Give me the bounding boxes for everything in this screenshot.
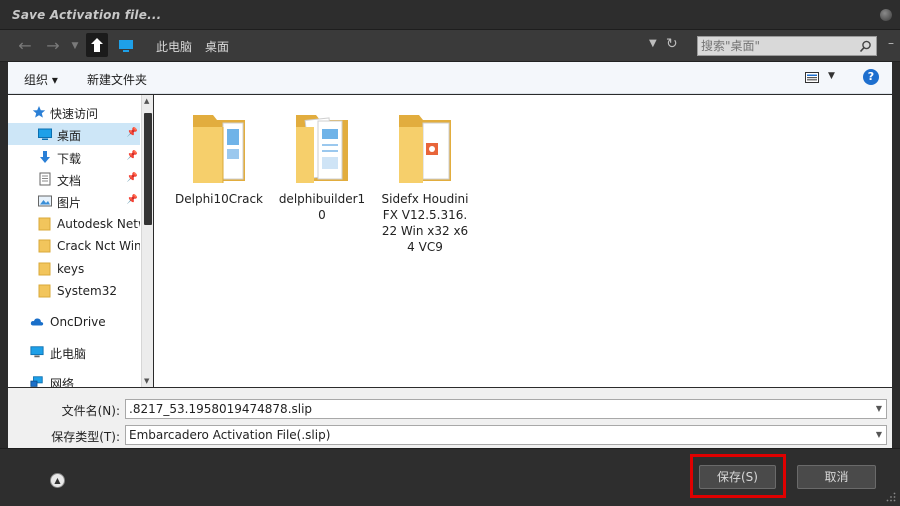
network-icon bbox=[30, 376, 43, 387]
scroll-up-icon[interactable]: ▲ bbox=[144, 97, 149, 105]
back-arrow-icon[interactable]: ← bbox=[14, 36, 36, 56]
search-input[interactable] bbox=[701, 38, 851, 54]
sidebar-item-label: 下载 bbox=[57, 152, 82, 166]
up-arrow-icon bbox=[91, 38, 103, 52]
sidebar-item-label: 桌面 bbox=[57, 129, 82, 143]
sidebar-item-autodesk-netw[interactable]: Autodesk Netw bbox=[8, 213, 140, 235]
file-name: Sidefx Houdini FX V12.5.316.22 Win x32 x… bbox=[381, 192, 469, 254]
sidebar-scrollbar[interactable]: ▲ ▼ bbox=[141, 95, 153, 387]
hide-folders-icon[interactable]: ▲ bbox=[50, 473, 65, 488]
scroll-down-icon[interactable]: ▼ bbox=[144, 377, 149, 385]
breadcrumb-desktop[interactable]: 桌面 bbox=[205, 38, 229, 55]
computer-icon bbox=[30, 346, 44, 358]
sidebar-item-system32[interactable]: System32 bbox=[8, 280, 140, 302]
pin-icon[interactable]: 📌 bbox=[127, 195, 138, 205]
sidebar-item-label: 快速访问 bbox=[50, 107, 99, 121]
address-dropdown-icon[interactable]: ▼ bbox=[649, 38, 657, 49]
title-bar: Save Activation file... bbox=[0, 0, 900, 30]
sidebar-item-label: Crack Nct Win bbox=[57, 239, 140, 253]
help-icon[interactable]: ? bbox=[863, 69, 879, 85]
refresh-icon[interactable]: ↻ bbox=[666, 36, 678, 52]
chevron-down-icon[interactable]: ▼ bbox=[876, 430, 882, 439]
cloud-icon bbox=[30, 318, 44, 326]
window-title: Save Activation file... bbox=[12, 8, 162, 22]
sidebar-item-network[interactable]: 网络 bbox=[8, 371, 140, 387]
document-icon bbox=[39, 172, 51, 186]
sidebar-item-downloads[interactable]: 下载 📌 bbox=[8, 146, 140, 168]
folder-icon bbox=[399, 115, 451, 183]
filetype-select[interactable]: Embarcadero Activation File(.slip) ▼ bbox=[125, 425, 887, 445]
sidebar-item-keys[interactable]: keys bbox=[8, 258, 140, 280]
sidebar-item-desktop[interactable]: 桌面 📌 bbox=[8, 123, 140, 145]
star-icon bbox=[32, 106, 46, 118]
folder-icon bbox=[38, 262, 51, 276]
sidebar-item-label: System32 bbox=[57, 284, 118, 298]
file-name: Delphi10Crack bbox=[175, 192, 263, 206]
resize-grip-icon[interactable] bbox=[886, 492, 896, 502]
breadcrumb-this-pc[interactable]: 此电脑 bbox=[156, 38, 192, 55]
minimize-icon[interactable]: – bbox=[888, 36, 894, 50]
recent-dropdown-icon[interactable]: ▼ bbox=[64, 36, 86, 56]
sidebar-item-onedrive[interactable]: OncDrive bbox=[8, 311, 140, 333]
chevron-down-icon[interactable]: ▼ bbox=[876, 404, 882, 413]
command-toolbar: 组织 ▾ 新建文件夹 ▼ ? bbox=[8, 62, 892, 94]
sidebar-item-this-pc[interactable]: 此电脑 bbox=[8, 341, 140, 363]
filename-value[interactable]: .8217_53.1958019474878.slip bbox=[129, 402, 312, 416]
window-orb-icon[interactable] bbox=[880, 9, 892, 21]
file-item-delphibuilder10[interactable]: delphibuilder10 bbox=[276, 107, 368, 223]
pin-icon[interactable]: 📌 bbox=[127, 128, 138, 138]
new-folder-button[interactable]: 新建文件夹 bbox=[87, 71, 147, 88]
filetype-label: 保存类型(T): bbox=[51, 430, 120, 444]
desktop-icon bbox=[38, 128, 52, 140]
file-item-delphi10crack[interactable]: Delphi10Crack bbox=[173, 107, 265, 207]
sidebar-item-label: 网络 bbox=[50, 377, 75, 387]
download-icon bbox=[40, 151, 50, 163]
pictures-icon bbox=[38, 195, 52, 207]
scrollbar-thumb[interactable] bbox=[144, 113, 152, 225]
file-item-sidefx-houdini[interactable]: Sidefx Houdini FX V12.5.316.22 Win x32 x… bbox=[379, 107, 471, 255]
filename-field[interactable]: .8217_53.1958019474878.slip ▼ bbox=[125, 399, 887, 419]
save-button-highlight bbox=[690, 454, 786, 498]
desktop-icon bbox=[119, 40, 133, 52]
search-box[interactable] bbox=[697, 36, 877, 56]
search-icon[interactable] bbox=[859, 40, 872, 53]
folder-icon bbox=[38, 239, 51, 253]
filename-label: 文件名(N): bbox=[61, 404, 120, 418]
navigation-pane[interactable]: 快速访问 桌面 📌 下载 📌 文档 📌 图片 📌 Autodesk Netw C… bbox=[8, 95, 153, 387]
folder-icon bbox=[38, 284, 51, 298]
navigation-bar: ← → ▼ 此电脑 桌面 ▼ ↻ – bbox=[0, 30, 900, 62]
save-options-panel: 文件名(N): .8217_53.1958019474878.slip ▼ 保存… bbox=[8, 388, 892, 448]
sidebar-item-label: OncDrive bbox=[50, 315, 106, 329]
sidebar-item-pictures[interactable]: 图片 📌 bbox=[8, 190, 140, 212]
sidebar-item-label: 图片 bbox=[57, 196, 82, 210]
folder-icon bbox=[38, 217, 51, 231]
sidebar-item-label: 文档 bbox=[57, 174, 82, 188]
view-dropdown-icon[interactable]: ▼ bbox=[828, 71, 835, 81]
file-list[interactable]: Delphi10Crack delphibuilder10 Sidefx Hou… bbox=[154, 95, 892, 387]
up-folder-button[interactable] bbox=[86, 33, 108, 57]
sidebar-item-quick-access[interactable]: 快速访问 bbox=[8, 101, 140, 123]
sidebar-item-crack-nct-win[interactable]: Crack Nct Win bbox=[8, 235, 140, 257]
forward-arrow-icon[interactable]: → bbox=[42, 36, 64, 56]
folder-icon bbox=[193, 115, 245, 183]
sidebar-item-documents[interactable]: 文档 📌 bbox=[8, 168, 140, 190]
cancel-button[interactable]: 取消 bbox=[797, 465, 876, 489]
sidebar-item-label: Autodesk Netw bbox=[57, 217, 140, 231]
view-options-icon[interactable] bbox=[805, 72, 819, 83]
filetype-value[interactable]: Embarcadero Activation File(.slip) bbox=[129, 428, 330, 442]
pin-icon[interactable]: 📌 bbox=[127, 173, 138, 183]
pin-icon[interactable]: 📌 bbox=[127, 151, 138, 161]
file-name: delphibuilder10 bbox=[278, 192, 366, 222]
folder-icon bbox=[296, 115, 348, 183]
sidebar-item-label: 此电脑 bbox=[50, 347, 87, 361]
sidebar-item-label: keys bbox=[57, 262, 85, 276]
organize-menu-button[interactable]: 组织 ▾ bbox=[24, 71, 58, 88]
